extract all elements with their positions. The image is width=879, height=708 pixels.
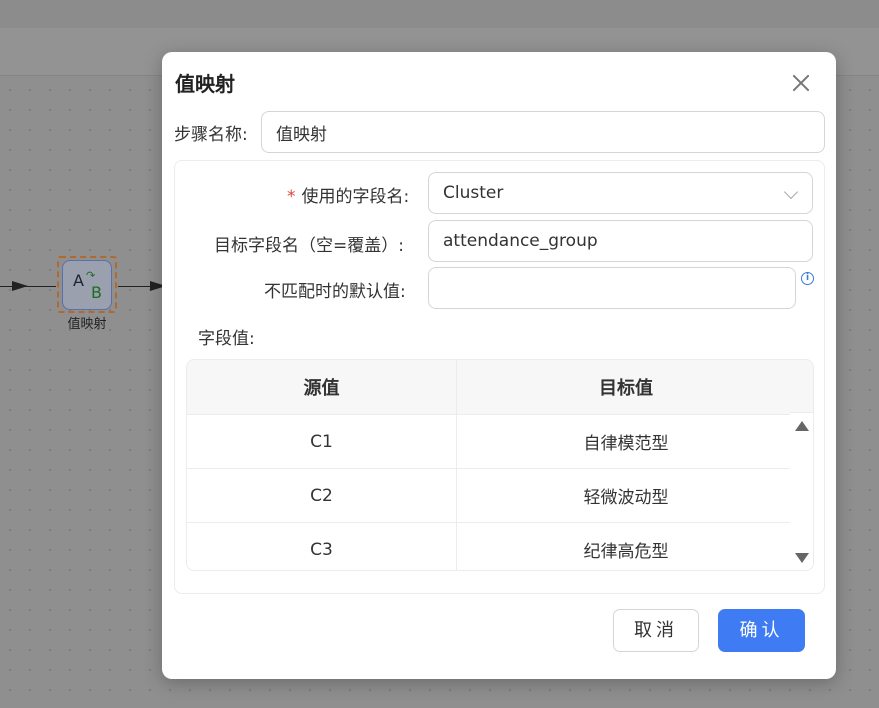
table-row[interactable]: C3 纪律高危型 [187, 522, 796, 570]
source-field-label-text: 使用的字段名: [301, 187, 410, 207]
flow-edge-in [0, 286, 56, 287]
step-name-input[interactable] [261, 111, 825, 153]
source-field-label: * 使用的字段名: [287, 182, 409, 207]
source-value-cell[interactable]: C2 [187, 468, 457, 523]
cancel-button[interactable]: 取消 [613, 609, 699, 652]
table-header-row: 源值 目标值 [187, 360, 796, 415]
source-value-cell[interactable]: C3 [187, 522, 457, 570]
scroll-up-icon[interactable] [795, 421, 809, 431]
source-field-value: Cluster [443, 183, 504, 203]
chevron-down-icon [783, 184, 799, 200]
close-icon[interactable] [788, 70, 814, 96]
target-value-cell[interactable]: 纪律高危型 [456, 522, 796, 570]
mapping-table: 源值 目标值 C1 自律模范型 C2 轻微波动型 C3 纪律高危型 [186, 359, 814, 571]
target-field-input[interactable] [428, 220, 813, 262]
node-label: 值映射 [67, 317, 107, 332]
top-bar [0, 0, 879, 28]
scroll-down-icon[interactable] [795, 553, 809, 563]
field-values-label: 字段值: [198, 329, 255, 349]
table-header-spacer [790, 360, 813, 413]
default-value-label: 不匹配时的默认值: [264, 282, 406, 302]
table-row[interactable]: C2 轻微波动型 [187, 468, 796, 523]
column-header-source: 源值 [187, 360, 457, 415]
confirm-button[interactable]: 确认 [718, 609, 805, 652]
step-name-label: 步骤名称: [174, 125, 248, 145]
value-map-dialog: 值映射 步骤名称: *使用的字段名: Cluster 目标字段名（空=覆盖）: … [162, 52, 836, 679]
table-row[interactable]: C1 自律模范型 [187, 414, 796, 469]
arrow-head-in [12, 281, 28, 291]
source-field-select[interactable]: Cluster [428, 172, 813, 214]
target-value-cell[interactable]: 自律模范型 [456, 414, 796, 469]
target-value-cell[interactable]: 轻微波动型 [456, 468, 796, 523]
dialog-title: 值映射 [175, 72, 235, 96]
required-mark: * [287, 187, 296, 207]
info-icon[interactable]: i [801, 272, 814, 285]
value-map-node[interactable]: A ↷ B [62, 260, 112, 310]
table-scrollbar[interactable] [790, 413, 813, 570]
column-header-target: 目标值 [456, 360, 796, 415]
value-map-icon-b: B [91, 283, 102, 302]
target-field-label: 目标字段名（空=覆盖）: [214, 236, 404, 256]
default-value-input[interactable] [428, 267, 796, 309]
source-value-cell[interactable]: C1 [187, 414, 457, 469]
mapping-table-grid: 源值 目标值 C1 自律模范型 C2 轻微波动型 C3 纪律高危型 [187, 360, 796, 570]
value-map-icon-a: A [73, 271, 84, 290]
swap-arrow-icon: ↷ [86, 269, 96, 282]
